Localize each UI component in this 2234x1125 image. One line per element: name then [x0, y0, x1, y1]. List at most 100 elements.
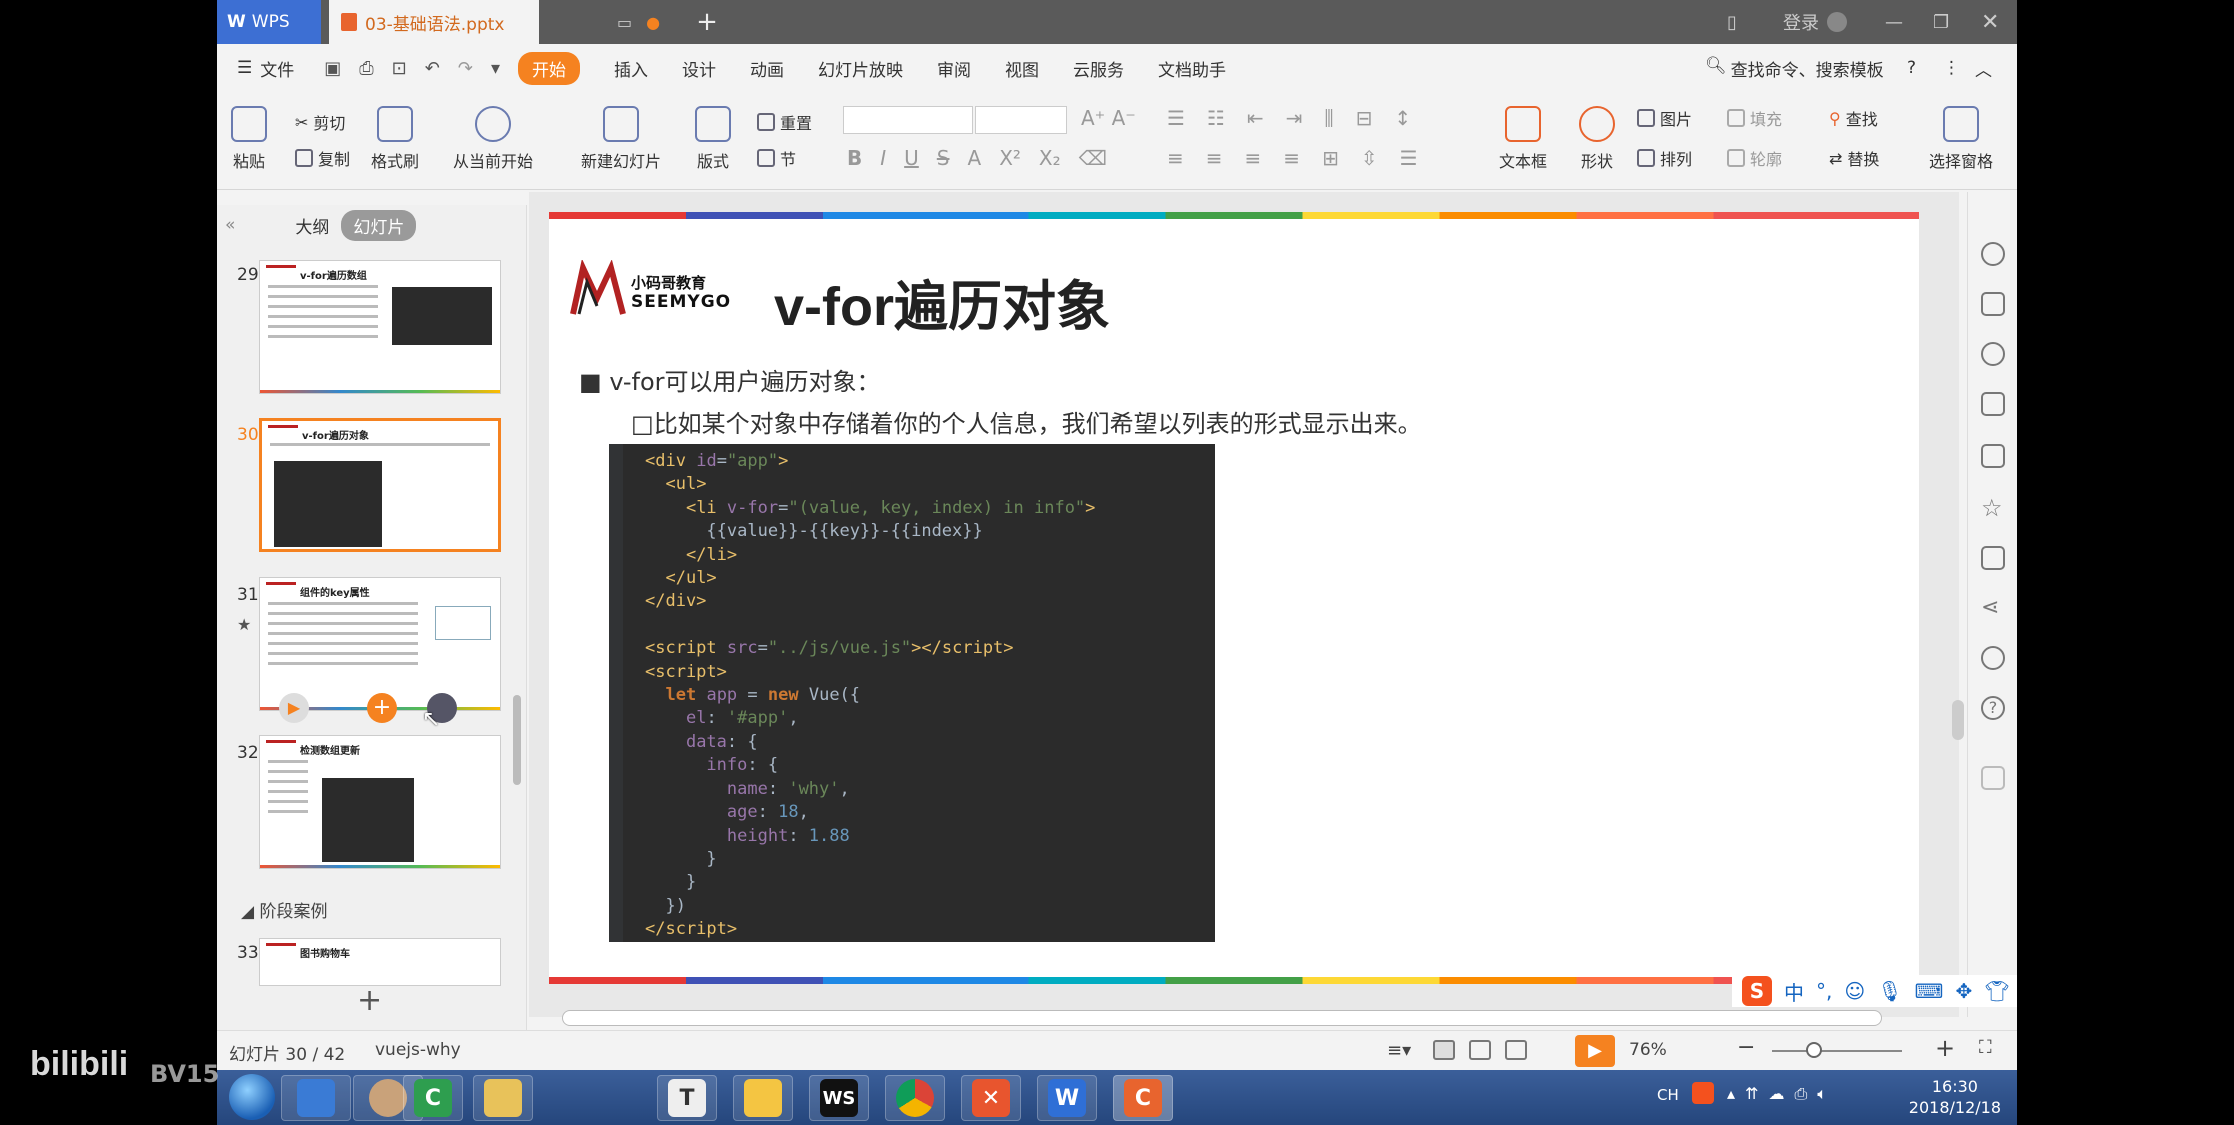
redo-icon[interactable]: ↷: [458, 58, 473, 79]
column-icon[interactable]: ⫼: [1324, 106, 1333, 130]
tab-outline[interactable]: 大纲: [295, 213, 329, 238]
slideshow-play-button[interactable]: ▶: [1575, 1035, 1615, 1067]
tab-slides[interactable]: 幻灯片: [341, 209, 417, 241]
grid-icon[interactable]: [1981, 766, 2005, 790]
section-button[interactable]: 节: [757, 146, 796, 170]
decrease-indent-icon[interactable]: ⇤: [1247, 106, 1264, 130]
tools-icon[interactable]: ✥: [1955, 979, 1972, 1003]
menu-cloud[interactable]: 云服务: [1073, 56, 1124, 81]
cut-button[interactable]: ✂ 剪切: [295, 110, 345, 134]
share-icon[interactable]: ⋖: [1981, 596, 2005, 620]
play-slide-icon[interactable]: ▶: [279, 693, 309, 723]
reset-button[interactable]: 重置: [757, 110, 812, 134]
save-icon[interactable]: ▣: [324, 58, 341, 79]
layout-toggle-icon[interactable]: ▯: [1727, 0, 1737, 44]
find-button[interactable]: ⚲ 查找: [1829, 106, 1878, 130]
task-webstorm[interactable]: WS: [809, 1075, 869, 1121]
sogou-icon[interactable]: S: [1742, 976, 1772, 1006]
document-tab[interactable]: 03-基础语法.pptx: [329, 0, 539, 44]
slide-thumbnail[interactable]: 图书购物车: [259, 938, 501, 986]
command-search[interactable]: 🔍︎ 查找命令、搜索模板: [1705, 56, 1884, 81]
menu-assistant[interactable]: 文档助手: [1158, 56, 1226, 81]
subscript-icon[interactable]: X₂: [1039, 146, 1061, 170]
slide-thumbnail[interactable]: v-for遍历数组: [259, 260, 501, 394]
zoom-slider[interactable]: [1772, 1050, 1902, 1052]
layout-button[interactable]: 版式: [695, 106, 731, 172]
new-slide-button[interactable]: 新建幻灯片: [581, 106, 661, 172]
print-icon[interactable]: ⎙: [359, 58, 373, 79]
add-slide-button[interactable]: +: [357, 983, 382, 1018]
task-notes[interactable]: [733, 1075, 793, 1121]
tray-input-language[interactable]: CH: [1657, 1086, 1679, 1104]
magic-icon[interactable]: [1981, 242, 2005, 266]
paste-button[interactable]: 粘贴: [231, 106, 267, 172]
skin-icon[interactable]: 👕︎: [1984, 979, 2009, 1003]
customize-icon[interactable]: ▾: [491, 58, 500, 79]
outline-button[interactable]: 轮廓: [1727, 146, 1782, 170]
shape-button[interactable]: 形状: [1579, 106, 1615, 172]
archive-icon[interactable]: [1981, 546, 2005, 570]
task-typora[interactable]: T: [657, 1075, 717, 1121]
ime-mode[interactable]: 中: [1784, 977, 1804, 1006]
collapse-pane-icon[interactable]: «: [225, 215, 235, 235]
insert-slide-icon[interactable]: +: [367, 693, 397, 723]
code-image[interactable]: <div id="app"> <ul> <li v-for="(value, k…: [609, 444, 1215, 942]
slide-thumbnail[interactable]: 组件的key属性: [259, 577, 501, 711]
slide-title[interactable]: v-for遍历对象: [774, 262, 1110, 341]
notes-toggle-icon[interactable]: ≡▾: [1387, 1040, 1411, 1061]
bold-icon[interactable]: B: [847, 146, 862, 170]
slide-thumbnail[interactable]: 检测数组更新: [259, 735, 501, 869]
mic-icon[interactable]: 🎙︎: [1877, 979, 1902, 1003]
file-menu[interactable]: 文件: [260, 56, 294, 81]
play-from-current-button[interactable]: 从当前开始: [453, 106, 533, 172]
menu-slideshow[interactable]: 幻灯片放映: [818, 56, 903, 81]
zoom-level[interactable]: 76%: [1629, 1040, 1667, 1060]
hamburger-icon[interactable]: ☰: [237, 58, 252, 78]
help-circle-icon[interactable]: ?: [1981, 696, 2005, 720]
arrange-button[interactable]: 排列: [1637, 146, 1692, 170]
minimize-button[interactable]: —: [1885, 0, 1903, 44]
slide-canvas[interactable]: 小码哥教育 SEEMYGO v-for遍历对象 ■ v-for可以用户遍历对象：…: [549, 212, 1919, 984]
fit-window-icon[interactable]: ⛶: [1979, 1037, 1992, 1058]
copy-button[interactable]: 复制: [295, 146, 350, 170]
task-explorer[interactable]: [281, 1075, 351, 1121]
select-pane-button[interactable]: 选择窗格: [1929, 106, 1993, 172]
menu-insert[interactable]: 插入: [614, 56, 648, 81]
punctuation-icon[interactable]: °,: [1816, 979, 1832, 1003]
collapse-ribbon-icon[interactable]: ︿: [1975, 56, 1992, 81]
superscript-icon[interactable]: X²: [999, 146, 1021, 170]
zoom-out-icon[interactable]: −: [1737, 1035, 1755, 1060]
increase-indent-icon[interactable]: ⇥: [1286, 106, 1303, 130]
slide-thumbnail-active[interactable]: v-for遍历对象: [259, 418, 501, 552]
tray-sogou-icon[interactable]: [1692, 1082, 1714, 1104]
replace-button[interactable]: ⇄ 替换: [1829, 146, 1879, 170]
justify-icon[interactable]: ≡: [1283, 146, 1300, 170]
tray-icons[interactable]: ▴⇈☁⎙🔈︎: [1727, 1084, 1837, 1104]
task-wps-presentation[interactable]: C: [1113, 1075, 1173, 1121]
reading-view-icon[interactable]: [1505, 1040, 1527, 1060]
distribute-icon[interactable]: ⊞: [1322, 146, 1339, 170]
horizontal-scrollbar[interactable]: [562, 1010, 1882, 1026]
align-center-icon[interactable]: ≡: [1206, 146, 1223, 170]
para-spacing-icon[interactable]: ⇳: [1361, 146, 1378, 170]
font-size-select[interactable]: [975, 106, 1067, 134]
history-icon[interactable]: [1981, 646, 2005, 670]
font-color-icon[interactable]: A: [968, 146, 982, 170]
emoji-icon[interactable]: ☺: [1844, 979, 1865, 1003]
tray-clock[interactable]: 16:30 2018/12/18: [1909, 1076, 2001, 1118]
bullet-list-icon[interactable]: ☰: [1167, 106, 1185, 130]
zoom-in-icon[interactable]: +: [1935, 1034, 1955, 1062]
task-xmind[interactable]: ✕: [961, 1075, 1021, 1121]
login-button[interactable]: 登录: [1783, 0, 1847, 44]
strikethrough-icon[interactable]: S: [937, 146, 950, 170]
clear-format-icon[interactable]: ⌫: [1079, 146, 1107, 170]
fill-button[interactable]: 填充: [1727, 106, 1782, 130]
object-properties-icon[interactable]: [1981, 292, 2005, 316]
task-folder[interactable]: [473, 1075, 533, 1121]
align-left-icon[interactable]: ≡: [1167, 146, 1184, 170]
task-camtasia[interactable]: C: [403, 1075, 463, 1121]
wps-home-tab[interactable]: W WPS: [217, 0, 321, 44]
settings-sliders-icon[interactable]: [1981, 392, 2005, 416]
underline-icon[interactable]: U: [904, 146, 919, 170]
menu-home[interactable]: 开始: [518, 51, 580, 85]
